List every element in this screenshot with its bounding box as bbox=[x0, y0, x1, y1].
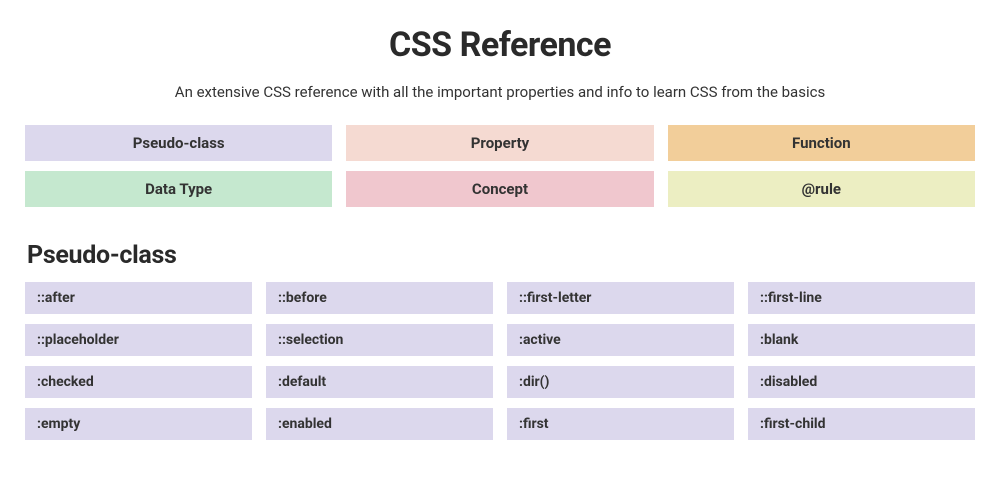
list-item[interactable]: :checked bbox=[25, 366, 252, 398]
list-item[interactable]: :first bbox=[507, 408, 734, 440]
page-subtitle: An extensive CSS reference with all the … bbox=[25, 83, 975, 101]
category-property[interactable]: Property bbox=[346, 125, 653, 161]
category-grid: Pseudo-class Property Function Data Type… bbox=[25, 125, 975, 207]
page-title: CSS Reference bbox=[25, 25, 975, 65]
category-data-type[interactable]: Data Type bbox=[25, 171, 332, 207]
list-item[interactable]: ::after bbox=[25, 282, 252, 314]
category-pseudo-class[interactable]: Pseudo-class bbox=[25, 125, 332, 161]
list-item[interactable]: :enabled bbox=[266, 408, 493, 440]
list-item[interactable]: :active bbox=[507, 324, 734, 356]
list-item[interactable]: ::first-line bbox=[748, 282, 975, 314]
list-item[interactable]: ::placeholder bbox=[25, 324, 252, 356]
list-item[interactable]: :empty bbox=[25, 408, 252, 440]
items-grid: ::after ::before ::first-letter ::first-… bbox=[25, 282, 975, 440]
list-item[interactable]: ::first-letter bbox=[507, 282, 734, 314]
list-item[interactable]: ::before bbox=[266, 282, 493, 314]
list-item[interactable]: :disabled bbox=[748, 366, 975, 398]
category-at-rule[interactable]: @rule bbox=[668, 171, 975, 207]
section-title: Pseudo-class bbox=[27, 241, 975, 270]
category-concept[interactable]: Concept bbox=[346, 171, 653, 207]
category-function[interactable]: Function bbox=[668, 125, 975, 161]
list-item[interactable]: :default bbox=[266, 366, 493, 398]
list-item[interactable]: ::selection bbox=[266, 324, 493, 356]
list-item[interactable]: :first-child bbox=[748, 408, 975, 440]
list-item[interactable]: :blank bbox=[748, 324, 975, 356]
list-item[interactable]: :dir() bbox=[507, 366, 734, 398]
